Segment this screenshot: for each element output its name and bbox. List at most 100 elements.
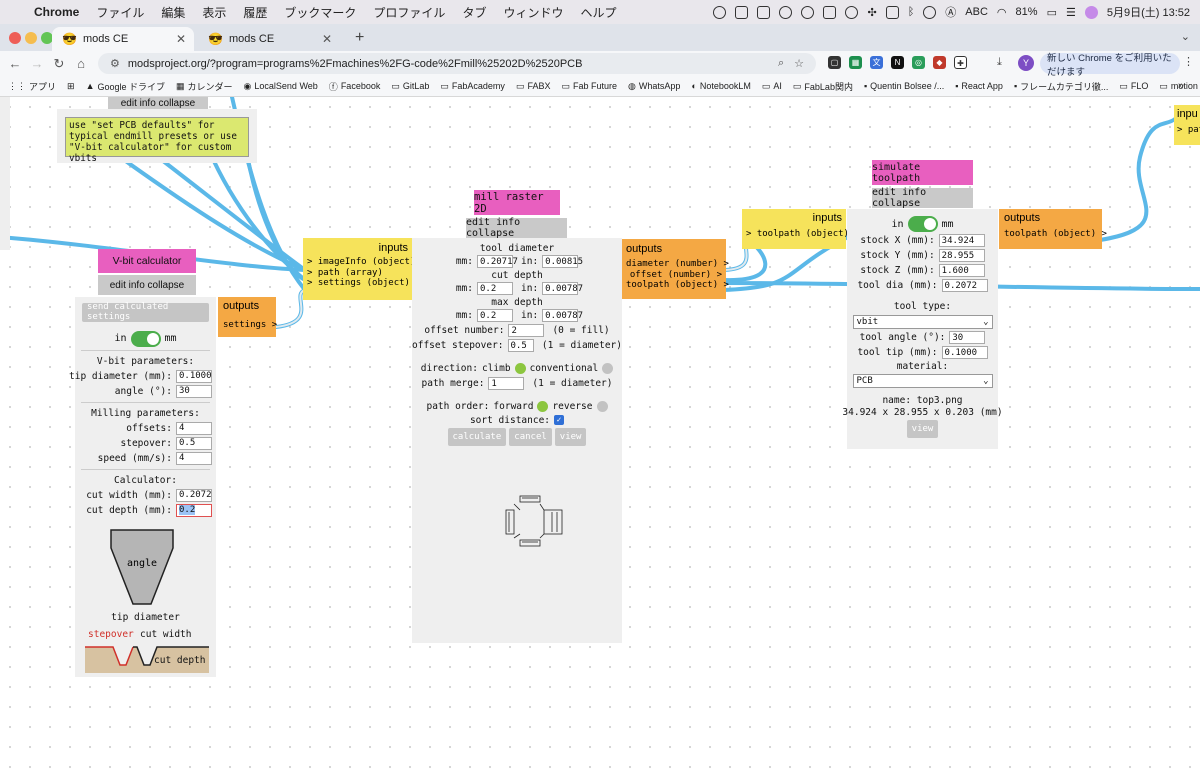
tool-angle-input[interactable]: 30 (949, 331, 986, 344)
output-port-diameter[interactable]: diameter (number) > (626, 259, 729, 270)
stock-z-input[interactable]: 1.600 (938, 264, 985, 277)
timer-icon[interactable] (779, 5, 793, 19)
send-calculated-settings-button[interactable]: send calculated settings (82, 302, 209, 322)
new-tab-button[interactable]: + (355, 29, 364, 47)
speed-input[interactable]: 4 (176, 451, 212, 465)
menu-edit[interactable]: 編集 (161, 4, 185, 21)
status-icon[interactable] (845, 5, 859, 19)
bookmark-item[interactable]: ◐ NotebookLM (691, 81, 750, 91)
view-button[interactable]: view (554, 428, 587, 446)
bookmark-item[interactable]: ⓕ Facebook (329, 80, 381, 93)
offset-stepover-input[interactable]: 0.5 (507, 339, 534, 352)
vbit-module-menu[interactable]: edit info collapse (98, 275, 196, 295)
chrome-menu-icon[interactable]: ⋮ (1183, 55, 1194, 68)
offscreen-input-port[interactable]: > pat (1177, 125, 1200, 136)
climb-radio[interactable] (514, 363, 526, 374)
status-icon[interactable] (885, 5, 899, 19)
bookmark-item[interactable]: ⊞ (67, 81, 75, 92)
cut-depth-input[interactable]: 0.2 (176, 503, 212, 517)
status-icon[interactable] (823, 5, 837, 19)
tab-mods-ce-2[interactable]: 😎 mods CE ✕ (198, 27, 340, 51)
bookmark-item[interactable]: ▭ AI (762, 81, 782, 92)
close-window-button[interactable] (9, 32, 21, 44)
sim-module-title[interactable]: simulate toolpath (872, 160, 973, 185)
fan-icon[interactable]: ✣ (867, 6, 876, 19)
battery-percent[interactable]: 81% (1016, 6, 1038, 18)
bookmarks-overflow-icon[interactable]: » (1178, 80, 1184, 92)
bookmark-item[interactable]: ⋮⋮ アプリ (8, 80, 56, 93)
close-tab-icon[interactable]: ✕ (322, 32, 332, 46)
bookmark-item[interactable]: ▦ カレンダー (176, 80, 233, 93)
bookmark-item[interactable]: ▪ Quentin Bolsee /... (864, 81, 944, 91)
control-center-icon[interactable]: ☰ (1066, 6, 1076, 19)
tool-diameter-mm-input[interactable]: 0.20717 (477, 255, 518, 268)
battery-icon[interactable]: ▭ (1047, 6, 1057, 19)
output-port-toolpath[interactable]: toolpath (object) > (1004, 229, 1107, 240)
bookmark-item[interactable]: ▭ FabAcademy (440, 81, 505, 92)
tool-tip-input[interactable]: 0.1000 (941, 346, 988, 359)
puzzle-extensions-icon[interactable]: ✚ (954, 56, 967, 69)
forward-radio[interactable] (537, 401, 549, 412)
tool-dia-input[interactable]: 0.2072 (941, 279, 988, 292)
chatgpt-extension-icon[interactable]: ◎ (912, 56, 925, 69)
offsets-input[interactable]: 4 (176, 421, 212, 435)
stepover-input[interactable]: 0.5 (176, 436, 212, 450)
tool-type-select[interactable]: vbit ⌄ (852, 315, 993, 329)
back-button[interactable]: ← (4, 56, 26, 71)
calculate-button[interactable]: calculate (447, 428, 507, 446)
bluetooth-icon[interactable]: ᛒ (908, 6, 915, 18)
status-icon[interactable] (713, 5, 727, 19)
menu-tab[interactable]: タブ (462, 4, 486, 21)
note-module-menu[interactable]: edit info collapse (108, 97, 208, 109)
bookmark-star-icon[interactable]: ☆ (794, 57, 804, 70)
wifi-icon[interactable]: ◠ (997, 6, 1007, 19)
path-merge-input[interactable]: 1 (488, 377, 525, 390)
address-bar[interactable]: ⚙ modsproject.org/?program=programs%2Fma… (98, 53, 816, 74)
sheets-extension-icon[interactable]: ▦ (849, 56, 862, 69)
tip-diameter-input[interactable]: 0.1000 (176, 369, 212, 383)
download-icon[interactable]: ⤓ (997, 56, 1002, 69)
status-icon[interactable] (757, 5, 771, 19)
update-chrome-button[interactable]: 新しい Chrome をご利用いただけます (1040, 53, 1180, 78)
siri-icon[interactable] (1084, 5, 1098, 19)
input-port-path[interactable]: > path (array) (307, 268, 408, 279)
sort-distance-checkbox[interactable]: ✓ (554, 415, 565, 425)
bookmark-item[interactable]: ▭ Fab Future (561, 81, 617, 92)
menu-help[interactable]: ヘルプ (580, 4, 616, 21)
input-port-toolpath[interactable]: > toolpath (object) (746, 229, 849, 240)
sim-unit-toggle[interactable] (907, 216, 938, 232)
clock[interactable]: 5月9日(土) 13:52 (1107, 4, 1190, 20)
reverse-radio[interactable] (596, 401, 608, 412)
stock-y-input[interactable]: 28.955 (938, 249, 985, 262)
extension-icon[interactable]: ◆ (933, 56, 946, 69)
sim-view-button[interactable]: view (906, 420, 939, 438)
menu-window[interactable]: ウィンドウ (503, 4, 563, 21)
conventional-radio[interactable] (602, 363, 614, 374)
material-select[interactable]: PCB ⌄ (852, 374, 993, 388)
menu-profiles[interactable]: プロファイル (373, 4, 445, 21)
menu-history[interactable]: 履歴 (243, 4, 267, 21)
bookmark-item[interactable]: ▪ フレームカテゴリ徹... (1014, 80, 1108, 93)
bookmark-item[interactable]: ▲ Google ドライブ (86, 80, 165, 93)
zoom-icon[interactable]: ⌕ (778, 57, 784, 70)
notion-extension-icon[interactable]: N (891, 56, 904, 69)
menu-app-name[interactable]: Chrome (34, 5, 79, 19)
bookmark-item[interactable]: ▭ FABX (516, 81, 551, 92)
mill-module-title[interactable]: mill raster 2D (474, 190, 560, 215)
input-source-icon[interactable]: Ⓐ (945, 4, 956, 20)
output-port-settings[interactable]: settings > (223, 320, 277, 331)
close-tab-icon[interactable]: ✕ (176, 32, 186, 46)
cut-width-input[interactable]: 0.2072 (176, 488, 212, 502)
extension-icon[interactable]: ▢ (828, 56, 841, 69)
stock-x-input[interactable]: 34.924 (938, 234, 985, 247)
tab-search-chevron-icon[interactable]: ⌄ (1181, 30, 1190, 43)
profile-avatar[interactable]: Y (1018, 55, 1034, 71)
reload-button[interactable]: ↻ (48, 56, 70, 72)
bookmark-item[interactable]: ▭ FabLab関内 (793, 80, 853, 93)
output-port-offset[interactable]: offset (number) > (626, 270, 722, 281)
mill-module-menu[interactable]: edit info collapse (466, 217, 567, 239)
vbit-module-title[interactable]: V-bit calculator (98, 249, 196, 273)
forward-button[interactable]: → (26, 56, 48, 71)
input-port-imageinfo[interactable]: > imageInfo (object) (307, 257, 415, 268)
max-depth-in-input[interactable]: 0.00787 (542, 309, 583, 322)
